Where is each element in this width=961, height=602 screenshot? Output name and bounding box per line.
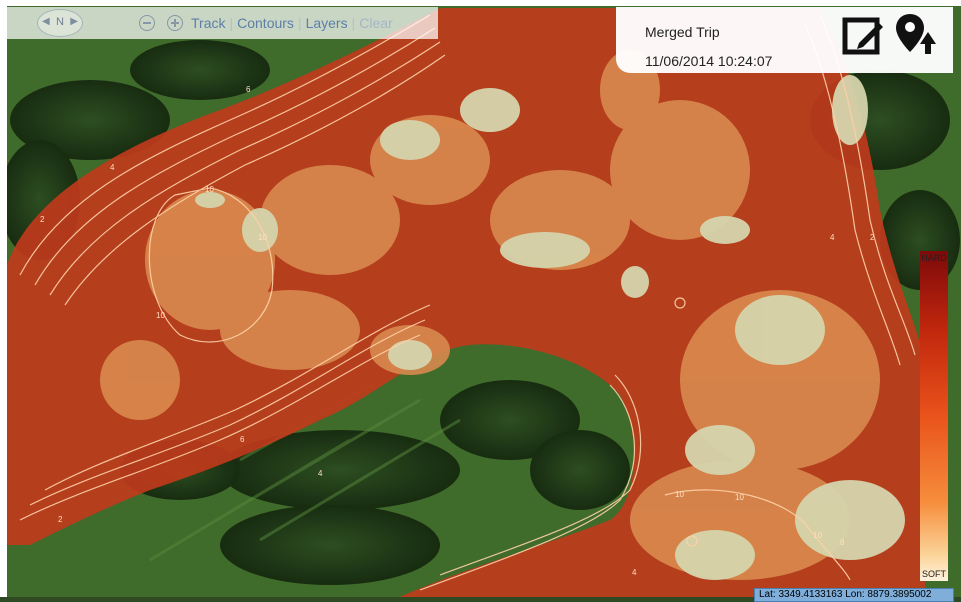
pan-navigation-control[interactable]: ◀ N ▶ [37,9,83,37]
clear-link[interactable]: Clear [359,15,392,31]
svg-text:10: 10 [675,490,684,499]
svg-text:2: 2 [870,233,875,242]
svg-text:10: 10 [156,311,165,320]
trip-title: Merged Trip [645,24,720,40]
map-toolbar: ◀ N ▶ Track | Contours | Layers | Clear [7,7,438,39]
hardness-legend: HARD SOFT [920,251,948,581]
frame-border-top [0,0,961,6]
frame-border-left [0,0,7,597]
svg-text:8: 8 [840,538,845,547]
track-link[interactable]: Track [191,15,225,31]
location-upload-icon[interactable] [895,12,939,56]
legend-soft-label: SOFT [922,569,946,579]
link-separator: | [229,15,234,31]
svg-text:10: 10 [813,531,822,540]
svg-text:4: 4 [110,163,115,172]
layers-link[interactable]: Layers [306,15,348,31]
svg-text:10: 10 [258,233,267,242]
link-separator: | [351,15,356,31]
zoom-in-icon[interactable] [167,15,183,31]
link-separator: | [297,15,302,31]
trip-info-panel: Merged Trip 11/06/2014 10:24:07 [616,7,953,73]
contours-link[interactable]: Contours [237,15,294,31]
trip-datetime: 11/06/2014 10:24:07 [645,53,773,69]
map-canvas[interactable]: 10 10 10 10 10 10 2 4 6 4 6 2 4 2 4 8 [0,0,961,597]
pan-right-icon[interactable]: ▶ [70,16,78,27]
edit-icon[interactable] [842,12,886,56]
coordinate-readout: Lat: 3349.4133163 Lon: 8879.3895002 [754,588,954,602]
svg-text:6: 6 [246,85,251,94]
legend-hard-label: HARD [921,253,947,263]
svg-text:4: 4 [830,233,835,242]
svg-text:6: 6 [240,435,245,444]
svg-text:4: 4 [632,568,637,577]
svg-text:2: 2 [40,215,45,224]
svg-text:4: 4 [318,469,323,478]
svg-text:10: 10 [735,493,744,502]
svg-text:10: 10 [205,185,214,194]
zoom-out-icon[interactable] [139,15,155,31]
svg-text:2: 2 [58,515,63,524]
